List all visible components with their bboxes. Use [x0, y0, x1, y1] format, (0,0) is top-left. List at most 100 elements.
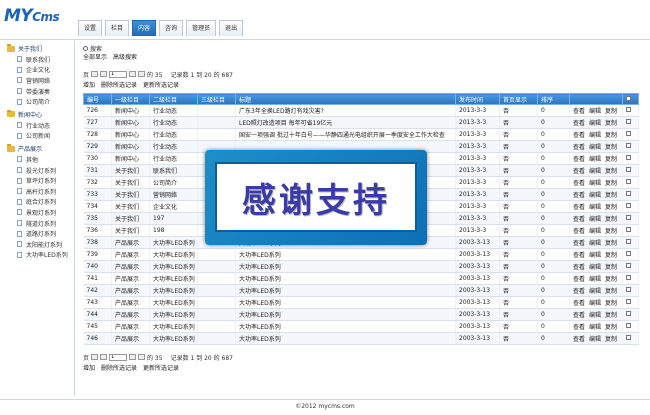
row-op-link[interactable]: 查看	[573, 168, 585, 175]
sidebar-item[interactable]: 投光灯系列	[4, 165, 74, 176]
row-checkbox[interactable]	[626, 263, 631, 268]
row-checkbox[interactable]	[626, 287, 631, 292]
row-op-link[interactable]: 复制	[605, 204, 617, 211]
row-op-link[interactable]: 编辑	[589, 168, 601, 175]
sidebar-item[interactable]: 企业文化	[4, 65, 74, 76]
row-op-link[interactable]: 复制	[605, 192, 617, 199]
row-checkbox[interactable]	[626, 251, 631, 256]
row-op-link[interactable]: 编辑	[589, 132, 601, 139]
nav-tab[interactable]: 管理员	[186, 20, 217, 36]
row-op-link[interactable]: 查看	[573, 180, 585, 187]
sidebar-item[interactable]: 行业动态	[4, 120, 74, 131]
prev-page-button[interactable]	[100, 354, 108, 360]
prev-page-button[interactable]	[100, 71, 108, 77]
delete-selected-button[interactable]: 删除所选记录	[101, 363, 137, 372]
delete-selected-button[interactable]: 删除所选记录	[101, 80, 137, 89]
row-op-link[interactable]: 复制	[605, 252, 617, 259]
row-op-link[interactable]: 编辑	[589, 204, 601, 211]
row-op-link[interactable]: 复制	[605, 324, 617, 331]
sidebar-item[interactable]: 景观灯系列	[4, 207, 74, 218]
sidebar-group-header[interactable]: 新闻中心	[4, 109, 74, 120]
advanced-search-link[interactable]: 高级搜索	[113, 52, 137, 61]
row-checkbox[interactable]	[626, 131, 631, 136]
row-op-link[interactable]: 复制	[605, 156, 617, 163]
add-button[interactable]: 增加	[83, 80, 95, 89]
row-op-link[interactable]: 复制	[605, 240, 617, 247]
row-op-link[interactable]: 编辑	[589, 228, 601, 235]
row-op-link[interactable]: 复制	[605, 264, 617, 271]
row-op-link[interactable]: 查看	[573, 156, 585, 163]
row-op-link[interactable]: 编辑	[589, 192, 601, 199]
nav-tab[interactable]: 栏目	[105, 20, 130, 36]
row-op-link[interactable]: 查看	[573, 192, 585, 199]
row-op-link[interactable]: 编辑	[589, 216, 601, 223]
row-op-link[interactable]: 查看	[573, 336, 585, 343]
row-checkbox[interactable]	[626, 167, 631, 172]
row-checkbox[interactable]	[626, 323, 631, 328]
row-checkbox[interactable]	[626, 275, 631, 280]
row-op-link[interactable]: 编辑	[589, 312, 601, 319]
row-op-link[interactable]: 复制	[605, 168, 617, 175]
row-checkbox[interactable]	[626, 227, 631, 232]
sidebar-item[interactable]: 营销网络	[4, 75, 74, 86]
row-op-link[interactable]: 编辑	[589, 120, 601, 127]
first-page-button[interactable]	[91, 354, 99, 360]
nav-tab[interactable]: 设置	[78, 20, 103, 36]
add-button[interactable]: 增加	[83, 363, 95, 372]
row-op-link[interactable]: 复制	[605, 228, 617, 235]
row-op-link[interactable]: 复制	[605, 312, 617, 319]
row-op-link[interactable]: 复制	[605, 180, 617, 187]
row-op-link[interactable]: 编辑	[589, 324, 601, 331]
nav-tab[interactable]: 咨询	[159, 20, 184, 36]
row-op-link[interactable]: 查看	[573, 144, 585, 151]
row-checkbox[interactable]	[626, 119, 631, 124]
row-op-link[interactable]: 复制	[605, 336, 617, 343]
row-op-link[interactable]: 复制	[605, 132, 617, 139]
row-op-link[interactable]: 查看	[573, 288, 585, 295]
row-op-link[interactable]: 查看	[573, 276, 585, 283]
row-op-link[interactable]: 查看	[573, 132, 585, 139]
row-op-link[interactable]: 复制	[605, 276, 617, 283]
row-op-link[interactable]: 编辑	[589, 300, 601, 307]
sidebar-item[interactable]: 联系我们	[4, 54, 74, 65]
row-op-link[interactable]: 查看	[573, 300, 585, 307]
row-op-link[interactable]: 复制	[605, 300, 617, 307]
next-page-button[interactable]	[129, 354, 137, 360]
row-op-link[interactable]: 查看	[573, 228, 585, 235]
row-op-link[interactable]: 编辑	[589, 336, 601, 343]
next-page-button[interactable]	[129, 71, 137, 77]
row-op-link[interactable]: 编辑	[589, 288, 601, 295]
row-op-link[interactable]: 编辑	[589, 252, 601, 259]
first-page-button[interactable]	[91, 71, 99, 77]
sidebar-item[interactable]: 庭合灯系列	[4, 197, 74, 208]
row-op-link[interactable]: 查看	[573, 204, 585, 211]
row-op-link[interactable]: 查看	[573, 216, 585, 223]
row-checkbox[interactable]	[626, 179, 631, 184]
row-op-link[interactable]: 编辑	[589, 144, 601, 151]
row-checkbox[interactable]	[626, 299, 631, 304]
show-all-link[interactable]: 全部显示	[83, 52, 107, 61]
row-op-link[interactable]: 复制	[605, 108, 617, 115]
sidebar-item[interactable]: 带委演奏	[4, 86, 74, 97]
sidebar-item[interactable]: 隧道灯系列	[4, 218, 74, 229]
page-number-input[interactable]	[109, 70, 128, 78]
row-checkbox[interactable]	[626, 311, 631, 316]
row-op-link[interactable]: 查看	[573, 108, 585, 115]
sidebar-group-header[interactable]: 关于我们	[4, 43, 74, 54]
row-op-link[interactable]: 查看	[573, 240, 585, 247]
row-checkbox[interactable]	[626, 239, 631, 244]
last-page-button[interactable]	[138, 71, 146, 77]
row-checkbox[interactable]	[626, 335, 631, 340]
select-all-checkbox[interactable]	[626, 95, 631, 101]
row-checkbox[interactable]	[626, 107, 631, 112]
sidebar-item[interactable]: 大功率LED系列	[4, 250, 74, 261]
row-op-link[interactable]: 复制	[605, 216, 617, 223]
row-op-link[interactable]: 查看	[573, 264, 585, 271]
sidebar-item[interactable]: 其他	[4, 154, 74, 165]
row-op-link[interactable]: 复制	[605, 288, 617, 295]
row-op-link[interactable]: 编辑	[589, 240, 601, 247]
row-op-link[interactable]: 编辑	[589, 264, 601, 271]
row-op-link[interactable]: 编辑	[589, 276, 601, 283]
page-number-input[interactable]	[109, 353, 128, 361]
sidebar-item[interactable]: 道路灯系列	[4, 228, 74, 239]
